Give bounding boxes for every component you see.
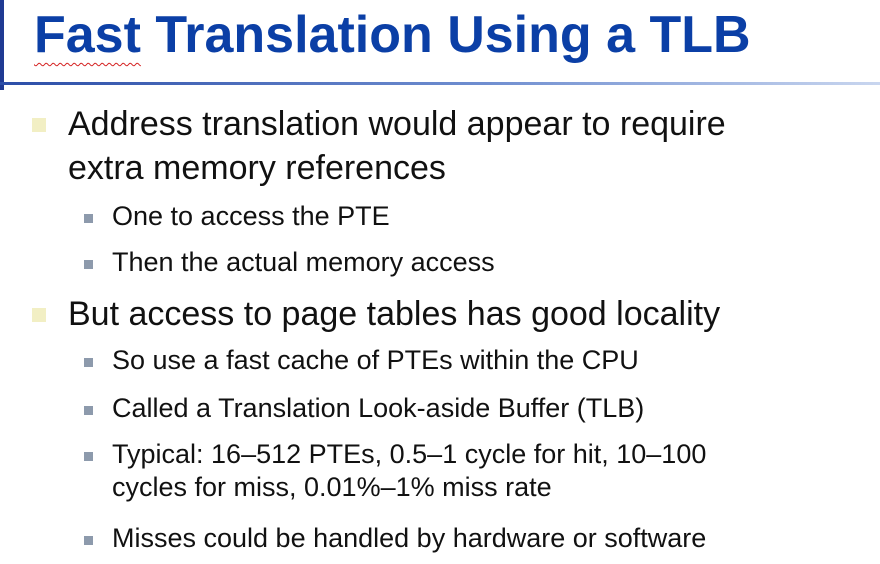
square-bullet-icon (84, 358, 93, 367)
square-bullet-icon (84, 260, 93, 269)
slide-title-first-word: Fast (34, 6, 141, 64)
sub-bullet-memory-access: Then the actual memory access (84, 246, 852, 279)
sub-bullet-miss-handling: Misses could be handled by hardware or s… (84, 522, 852, 555)
sub-bullet-text: Misses could be handled by hardware or s… (112, 523, 707, 553)
sub-bullet-tlb-name: Called a Translation Look-aside Buffer (… (84, 392, 852, 425)
slide-title-rest: Translation Using a TLB (140, 6, 751, 64)
bullet-text-line: But access to page tables has good local… (68, 295, 721, 333)
bullet-text-line: extra memory references (68, 149, 446, 187)
square-bullet-icon (32, 118, 46, 132)
title-underline-rule (0, 82, 880, 85)
bullet-text-line: Address translation would appear to requ… (68, 105, 726, 143)
slide-title-area: Fast Translation Using a TLB (0, 0, 880, 90)
sub-bullet-text-line: cycles for miss, 0.01%–1% miss rate (112, 472, 552, 502)
sub-bullet-text: One to access the PTE (112, 201, 390, 231)
square-bullet-icon (84, 452, 93, 461)
sub-bullet-text: Then the actual memory access (112, 247, 495, 277)
sub-bullet-typical-stats: Typical: 16–512 PTEs, 0.5–1 cycle for hi… (84, 438, 852, 504)
sub-bullet-text: So use a fast cache of PTEs within the C… (112, 345, 639, 375)
square-bullet-icon (84, 406, 93, 415)
slide-title: Fast Translation Using a TLB (34, 2, 751, 68)
sub-bullet-text: Called a Translation Look-aside Buffer (… (112, 393, 645, 423)
sub-bullet-text-line: Typical: 16–512 PTEs, 0.5–1 cycle for hi… (112, 439, 707, 469)
bullet-address-translation: Address translation would appear to requ… (32, 102, 848, 190)
sub-bullet-fast-cache: So use a fast cache of PTEs within the C… (84, 344, 852, 377)
square-bullet-icon (32, 308, 46, 322)
sub-bullet-access-pte: One to access the PTE (84, 200, 852, 233)
square-bullet-icon (84, 536, 93, 545)
square-bullet-icon (84, 214, 93, 223)
bullet-page-table-locality: But access to page tables has good local… (32, 292, 848, 336)
